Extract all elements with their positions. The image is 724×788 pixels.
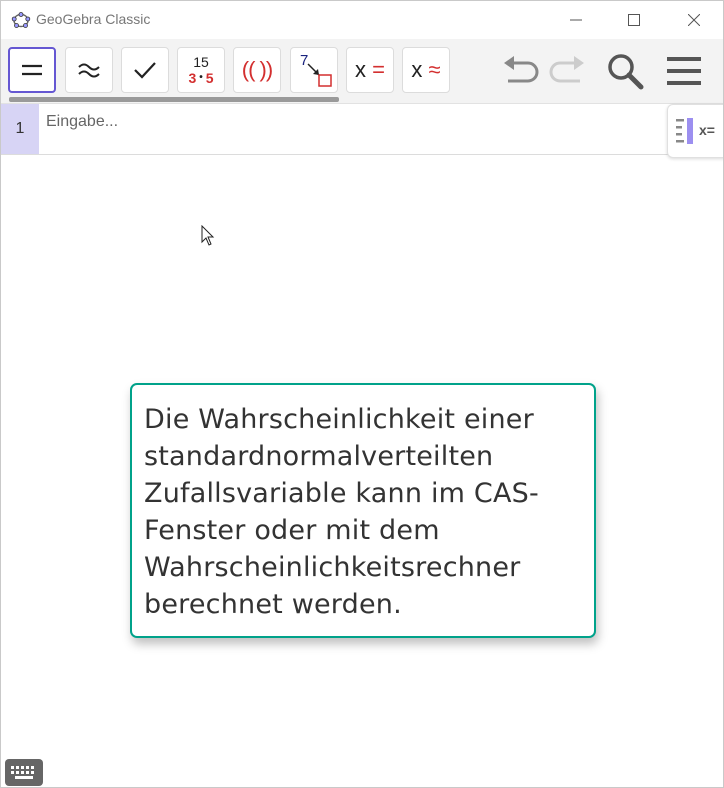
expand-icon: (( )) <box>241 57 273 82</box>
geogebra-logo-icon <box>11 12 31 28</box>
factor-top-number: 15 <box>193 54 209 70</box>
redo-button[interactable] <box>547 51 587 91</box>
keyboard-toggle-button[interactable] <box>5 759 43 786</box>
substitute-icon: 7 <box>294 50 334 90</box>
geogebra-window: GeoGebra Classic 15 3 • 5 (()) 7 x = x … <box>0 0 724 788</box>
maximize-button[interactable] <box>605 1 663 39</box>
factor-dot: • <box>199 72 203 83</box>
evaluate-tool-button[interactable] <box>8 47 56 93</box>
cas-row-1: 1 <box>1 104 723 155</box>
search-icon <box>608 54 644 90</box>
row-number[interactable]: 1 <box>1 104 39 154</box>
close-icon <box>688 14 700 26</box>
solve-numeric-icon: x ≈ <box>411 57 440 83</box>
factor-tool-button[interactable]: 15 3 • 5 <box>177 47 225 93</box>
minimize-button[interactable] <box>547 1 605 39</box>
numeric-tool-button[interactable] <box>65 47 113 93</box>
solve-icon: x = <box>355 57 385 83</box>
checkmark-icon <box>134 62 156 79</box>
factor-left-number: 3 <box>188 70 197 86</box>
window-title: GeoGebra Classic <box>36 11 151 27</box>
mouse-pointer-icon <box>201 225 215 246</box>
title-bar: GeoGebra Classic <box>1 1 723 39</box>
redo-icon <box>549 56 584 83</box>
maximize-icon <box>628 14 640 26</box>
solve-numeric-sign: ≈ <box>428 57 441 82</box>
substitute-arrow-icon <box>307 63 332 87</box>
cas-input-field[interactable] <box>46 110 546 134</box>
factor-icon: 15 3 • 5 <box>188 54 213 86</box>
substitute-tool-button[interactable]: 7 <box>290 47 338 93</box>
algebra-view-label: x= <box>699 122 715 138</box>
expand-tool-button[interactable]: (( )) <box>233 47 281 93</box>
minimize-icon <box>570 19 582 21</box>
solve-tool-button[interactable]: x = <box>346 47 394 93</box>
solve-sign: = <box>372 57 385 82</box>
solve-x: x <box>355 57 366 82</box>
cas-toolbar: 15 3 • 5 (( )) 7 x = x ≈ <box>1 39 723 104</box>
close-button[interactable] <box>665 1 723 39</box>
factor-right-number: 5 <box>205 70 214 86</box>
keep-input-tool-button[interactable] <box>121 47 169 93</box>
keyboard-icon <box>11 765 34 779</box>
undo-icon <box>504 56 539 83</box>
equals-icon <box>22 64 42 76</box>
solve-numeric-x: x <box>411 57 423 82</box>
search-button[interactable] <box>605 51 645 91</box>
undo-button[interactable] <box>501 51 541 91</box>
solve-numeric-tool-button[interactable]: x ≈ <box>402 47 450 93</box>
toolbar-scrollbar[interactable] <box>9 97 339 102</box>
menu-icon <box>667 57 701 85</box>
menu-button[interactable] <box>664 51 704 91</box>
tooltip-text: Die Wahrscheinlichkeit einer standardnor… <box>144 404 539 620</box>
approx-icon <box>78 63 100 78</box>
algebra-view-toggle[interactable]: x= <box>667 104 723 158</box>
info-tooltip: Die Wahrscheinlichkeit einer standardnor… <box>130 383 596 638</box>
